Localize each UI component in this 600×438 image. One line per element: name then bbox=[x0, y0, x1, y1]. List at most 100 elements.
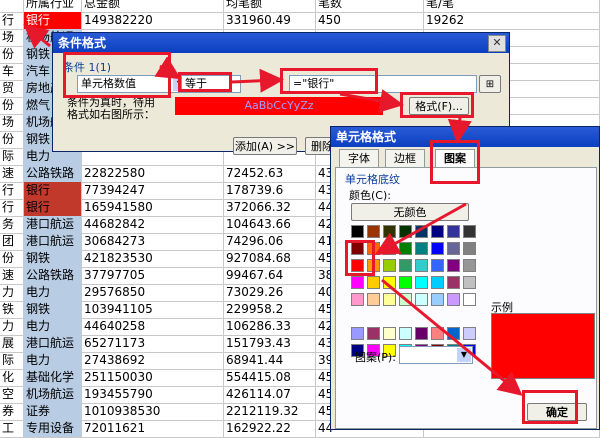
table-cell[interactable]: 行 bbox=[0, 199, 24, 216]
table-cell[interactable]: 178739.6 bbox=[224, 182, 316, 199]
table-cell[interactable]: 贸 bbox=[0, 80, 24, 97]
color-swatch[interactable] bbox=[367, 225, 380, 238]
table-cell[interactable]: 73029.26 bbox=[224, 284, 316, 301]
color-swatch[interactable] bbox=[463, 259, 476, 272]
table-cell[interactable]: 165941580 bbox=[82, 199, 224, 216]
table-cell[interactable]: 电力 bbox=[24, 318, 82, 335]
table-cell[interactable]: 44682842 bbox=[82, 216, 224, 233]
table-cell[interactable]: 份 bbox=[0, 46, 24, 63]
color-swatch[interactable] bbox=[383, 242, 396, 255]
color-swatch[interactable] bbox=[463, 276, 476, 289]
table-cell[interactable]: 251150030 bbox=[82, 369, 224, 386]
table-cell[interactable]: 77394247 bbox=[82, 182, 224, 199]
color-swatch[interactable] bbox=[351, 276, 364, 289]
table-cell[interactable]: 化 bbox=[0, 369, 24, 386]
table-cell[interactable]: 电力 bbox=[24, 284, 82, 301]
color-swatch[interactable] bbox=[399, 225, 412, 238]
table-cell[interactable]: 钢铁 bbox=[24, 250, 82, 267]
color-swatch[interactable] bbox=[367, 293, 380, 306]
color-swatch[interactable] bbox=[383, 225, 396, 238]
table-cell[interactable] bbox=[0, 0, 24, 12]
table-cell[interactable]: 际 bbox=[0, 352, 24, 369]
table-cell[interactable]: 务 bbox=[0, 216, 24, 233]
table-cell[interactable]: 554415.08 bbox=[224, 369, 316, 386]
color-swatch[interactable] bbox=[447, 259, 460, 272]
color-swatch[interactable] bbox=[351, 327, 364, 340]
table-cell[interactable]: 106286.33 bbox=[224, 318, 316, 335]
table-cell[interactable]: 103941105 bbox=[82, 301, 224, 318]
table-cell[interactable]: 空 bbox=[0, 386, 24, 403]
table-cell[interactable]: 铁 bbox=[0, 301, 24, 318]
color-swatch[interactable] bbox=[463, 327, 476, 340]
table-cell[interactable]: 104643.66 bbox=[224, 216, 316, 233]
color-swatch[interactable] bbox=[415, 259, 428, 272]
table-cell[interactable]: 总金额 bbox=[82, 0, 224, 12]
color-swatch[interactable] bbox=[447, 327, 460, 340]
tab-border[interactable]: 边框 bbox=[385, 149, 425, 167]
color-swatch[interactable] bbox=[367, 276, 380, 289]
color-swatch[interactable] bbox=[415, 225, 428, 238]
color-swatch[interactable] bbox=[431, 242, 444, 255]
color-swatch[interactable] bbox=[383, 293, 396, 306]
table-cell[interactable]: 22822580 bbox=[82, 165, 224, 182]
table-cell[interactable]: 份 bbox=[0, 131, 24, 148]
table-cell[interactable]: 均笔额 bbox=[224, 0, 316, 12]
table-cell[interactable]: 30684273 bbox=[82, 233, 224, 250]
table-cell[interactable]: 速 bbox=[0, 267, 24, 284]
table-cell[interactable]: 证券 bbox=[24, 403, 82, 420]
table-cell[interactable]: 港口航运 bbox=[24, 335, 82, 352]
pattern-select[interactable]: ▼ bbox=[399, 346, 473, 364]
color-swatch[interactable] bbox=[383, 327, 396, 340]
color-swatch[interactable] bbox=[431, 276, 444, 289]
table-cell[interactable]: 450 bbox=[316, 12, 424, 29]
table-cell[interactable]: 公路铁路 bbox=[24, 165, 82, 182]
table-cell[interactable]: 331960.49 bbox=[224, 12, 316, 29]
color-swatch[interactable] bbox=[463, 293, 476, 306]
table-cell[interactable]: 行 bbox=[0, 12, 24, 29]
table-cell[interactable]: 372066.32 bbox=[224, 199, 316, 216]
table-cell[interactable]: 工 bbox=[0, 420, 24, 437]
table-cell[interactable]: 99467.64 bbox=[224, 267, 316, 284]
table-cell[interactable]: 37797705 bbox=[82, 267, 224, 284]
table-cell[interactable]: 展 bbox=[0, 335, 24, 352]
color-swatch[interactable] bbox=[399, 327, 412, 340]
color-swatch[interactable] bbox=[447, 293, 460, 306]
table-cell[interactable]: 场 bbox=[0, 29, 24, 46]
table-cell[interactable]: 钢铁 bbox=[24, 301, 82, 318]
table-cell[interactable]: 电力 bbox=[24, 352, 82, 369]
table-cell[interactable]: 笔/笔 bbox=[424, 0, 600, 12]
table-cell[interactable]: 际 bbox=[0, 148, 24, 165]
color-swatch[interactable] bbox=[383, 259, 396, 272]
color-swatch[interactable] bbox=[399, 259, 412, 272]
table-cell[interactable]: 74296.06 bbox=[224, 233, 316, 250]
color-swatch[interactable] bbox=[431, 293, 444, 306]
table-cell[interactable]: 行 bbox=[0, 182, 24, 199]
table-cell[interactable]: 27438692 bbox=[82, 352, 224, 369]
color-swatch[interactable] bbox=[399, 276, 412, 289]
table-cell[interactable]: 2212119.32 bbox=[224, 403, 316, 420]
color-swatch[interactable] bbox=[399, 242, 412, 255]
table-cell[interactable]: 44640258 bbox=[82, 318, 224, 335]
table-cell[interactable]: 421823530 bbox=[82, 250, 224, 267]
color-swatch[interactable] bbox=[399, 293, 412, 306]
color-swatch[interactable] bbox=[447, 276, 460, 289]
table-cell[interactable]: 力 bbox=[0, 284, 24, 301]
table-cell[interactable]: 力 bbox=[0, 318, 24, 335]
color-swatch[interactable] bbox=[415, 242, 428, 255]
add-button[interactable]: 添加(A) >> bbox=[233, 137, 297, 155]
color-swatch[interactable] bbox=[415, 276, 428, 289]
color-swatch[interactable] bbox=[415, 293, 428, 306]
color-swatch[interactable] bbox=[383, 276, 396, 289]
table-cell[interactable]: 所属行业 bbox=[24, 0, 82, 12]
color-swatch[interactable] bbox=[351, 293, 364, 306]
table-cell[interactable]: 1010938530 bbox=[82, 403, 224, 420]
color-swatch[interactable] bbox=[415, 327, 428, 340]
table-cell[interactable]: 基础化学 bbox=[24, 369, 82, 386]
table-cell[interactable]: 专用设备 bbox=[24, 420, 82, 437]
range-picker-button[interactable]: ⊞ bbox=[479, 75, 501, 93]
table-cell[interactable]: 68941.44 bbox=[224, 352, 316, 369]
table-cell[interactable]: 港口航运 bbox=[24, 233, 82, 250]
table-cell[interactable]: 银行 bbox=[24, 12, 82, 29]
color-swatch[interactable] bbox=[431, 225, 444, 238]
table-cell[interactable]: 银行 bbox=[24, 199, 82, 216]
